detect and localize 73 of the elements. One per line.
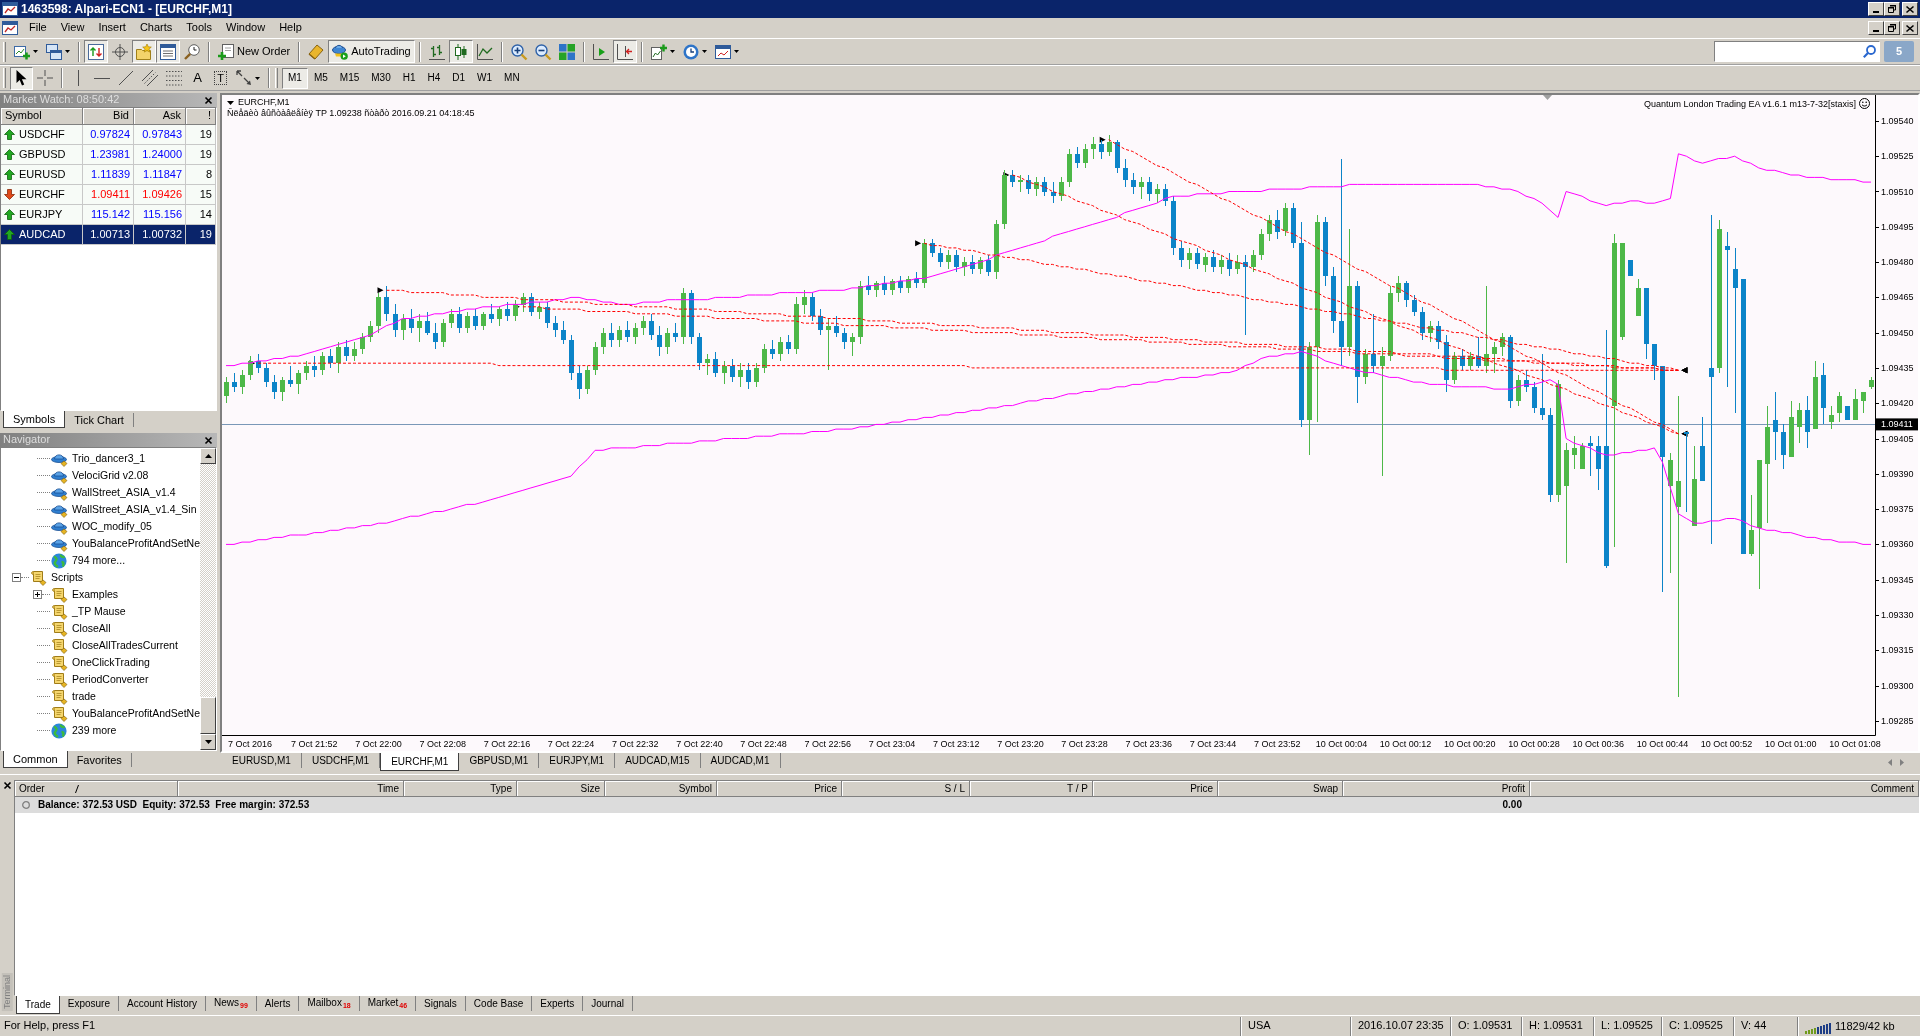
time-label: 10 Oct 00:20 [1444, 739, 1496, 749]
time-label: 7 Oct 23:20 [997, 739, 1044, 749]
status-field: L: 1.09525 [1593, 1016, 1661, 1036]
price-label: 1.09450 [1881, 327, 1914, 338]
panel-title: Terminal [1, 973, 13, 1011]
price-label: 1.09525 [1881, 151, 1914, 162]
time-label: 7 Oct 22:40 [676, 739, 723, 749]
price-label: 1.09375 [1881, 504, 1914, 515]
price-label: 1.09465 [1881, 292, 1914, 303]
bid-price: 1.00713 [83, 225, 134, 246]
status-field: H: 1.09531 [1521, 1016, 1593, 1036]
time-label: 7 Oct 22:16 [483, 739, 531, 749]
symbol-name: EURJPY [19, 208, 63, 222]
time-label: 10 Oct 01:08 [1829, 739, 1881, 749]
time-label: 7 Oct 22:32 [611, 739, 659, 749]
time-label: 7 Oct 22:24 [547, 739, 595, 749]
time-label: 10 Oct 01:00 [1765, 739, 1817, 749]
time-label: 7 Oct 23:28 [1061, 739, 1108, 749]
status-field: V: 44 [1733, 1016, 1797, 1036]
time-label: 10 Oct 00:28 [1508, 739, 1560, 749]
time-label: 7 Oct 2016 [228, 739, 273, 749]
profit-total: 0.00 [1501, 799, 1523, 811]
panel-title: Market Watch: 08:50:42 [3, 93, 120, 107]
price-label: 1.09540 [1881, 115, 1914, 126]
time-label: 7 Oct 23:44 [1189, 739, 1237, 749]
time-label: 7 Oct 22:00 [355, 739, 402, 749]
expert-name: Quantum London Trading EA v1.6.1 m13-7-32[staxis] [1643, 98, 1856, 109]
time-label: 10 Oct 00:52 [1700, 739, 1753, 749]
price-label: 1.09285 [1881, 715, 1914, 726]
account-summary: Balance: 372.53 USD Equity: 372.53 Free margin: 372.53 [38, 799, 310, 811]
time-label: 7 Oct 23:36 [1125, 739, 1173, 749]
time-label: 7 Oct 23:04 [868, 739, 916, 749]
chart-comment: Ñëåäèò âûñòàâëåíèÿ TP 1.09238 ñòàðò 2016.09.21 04:18:45 [227, 108, 475, 119]
ref-line-label: 1.09411 [1881, 419, 1913, 430]
time-label: 7 Oct 22:08 [419, 739, 466, 749]
spread-value: 19 [186, 225, 216, 246]
time-label: 7 Oct 22:48 [740, 739, 787, 749]
window-title: 1463598: Alpari-ECN1 - [EURCHF,M1] [21, 1, 232, 17]
symbol-name: USDCHF [19, 128, 65, 142]
symbol-name: GBPUSD [19, 148, 66, 162]
time-label: 10 Oct 00:12 [1379, 739, 1432, 749]
status-field: USA [1240, 1016, 1350, 1036]
price-label: 1.09315 [1881, 645, 1914, 656]
traffic-text: 11829/42 kb [1835, 1020, 1895, 1034]
symbol-name: EURCHF [19, 188, 65, 202]
symbol-name: EURUSD [19, 168, 66, 182]
price-label: 1.09300 [1881, 680, 1914, 691]
ask-price: 1.00732 [134, 225, 186, 246]
price-label: 1.09390 [1881, 468, 1914, 479]
status-field: O: 1.09531 [1450, 1016, 1521, 1036]
time-label: 10 Oct 00:44 [1636, 739, 1689, 749]
status-field: C: 1.09525 [1661, 1016, 1733, 1036]
time-label: 7 Oct 22:56 [804, 739, 852, 749]
status-field: 2016.10.07 23:35 [1350, 1016, 1450, 1036]
bid-price-tag: 1.09411 [1876, 418, 1918, 431]
price-label: 1.09405 [1881, 433, 1914, 444]
time-label: 7 Oct 23:12 [932, 739, 980, 749]
time-label: 10 Oct 00:36 [1572, 739, 1624, 749]
chart-symbol: EURCHF,M1 [238, 97, 290, 108]
time-label: 7 Oct 21:52 [291, 739, 338, 749]
price-label: 1.09360 [1881, 539, 1914, 550]
price-label: 1.09495 [1881, 221, 1914, 232]
price-label: 1.09435 [1881, 362, 1914, 373]
status-text: For Help, press F1 [3, 1019, 97, 1033]
price-label: 1.09480 [1881, 257, 1914, 268]
price-label: 1.09330 [1881, 610, 1914, 620]
symbol-name: AUDCAD [19, 228, 66, 242]
time-label: 10 Oct 00:04 [1315, 739, 1368, 749]
price-label: 1.09345 [1881, 574, 1914, 585]
price-label: 1.09420 [1881, 398, 1914, 409]
price-label: 1.09510 [1881, 186, 1914, 197]
time-label: 7 Oct 23:52 [1253, 739, 1301, 749]
panel-title: Navigator [3, 433, 51, 447]
